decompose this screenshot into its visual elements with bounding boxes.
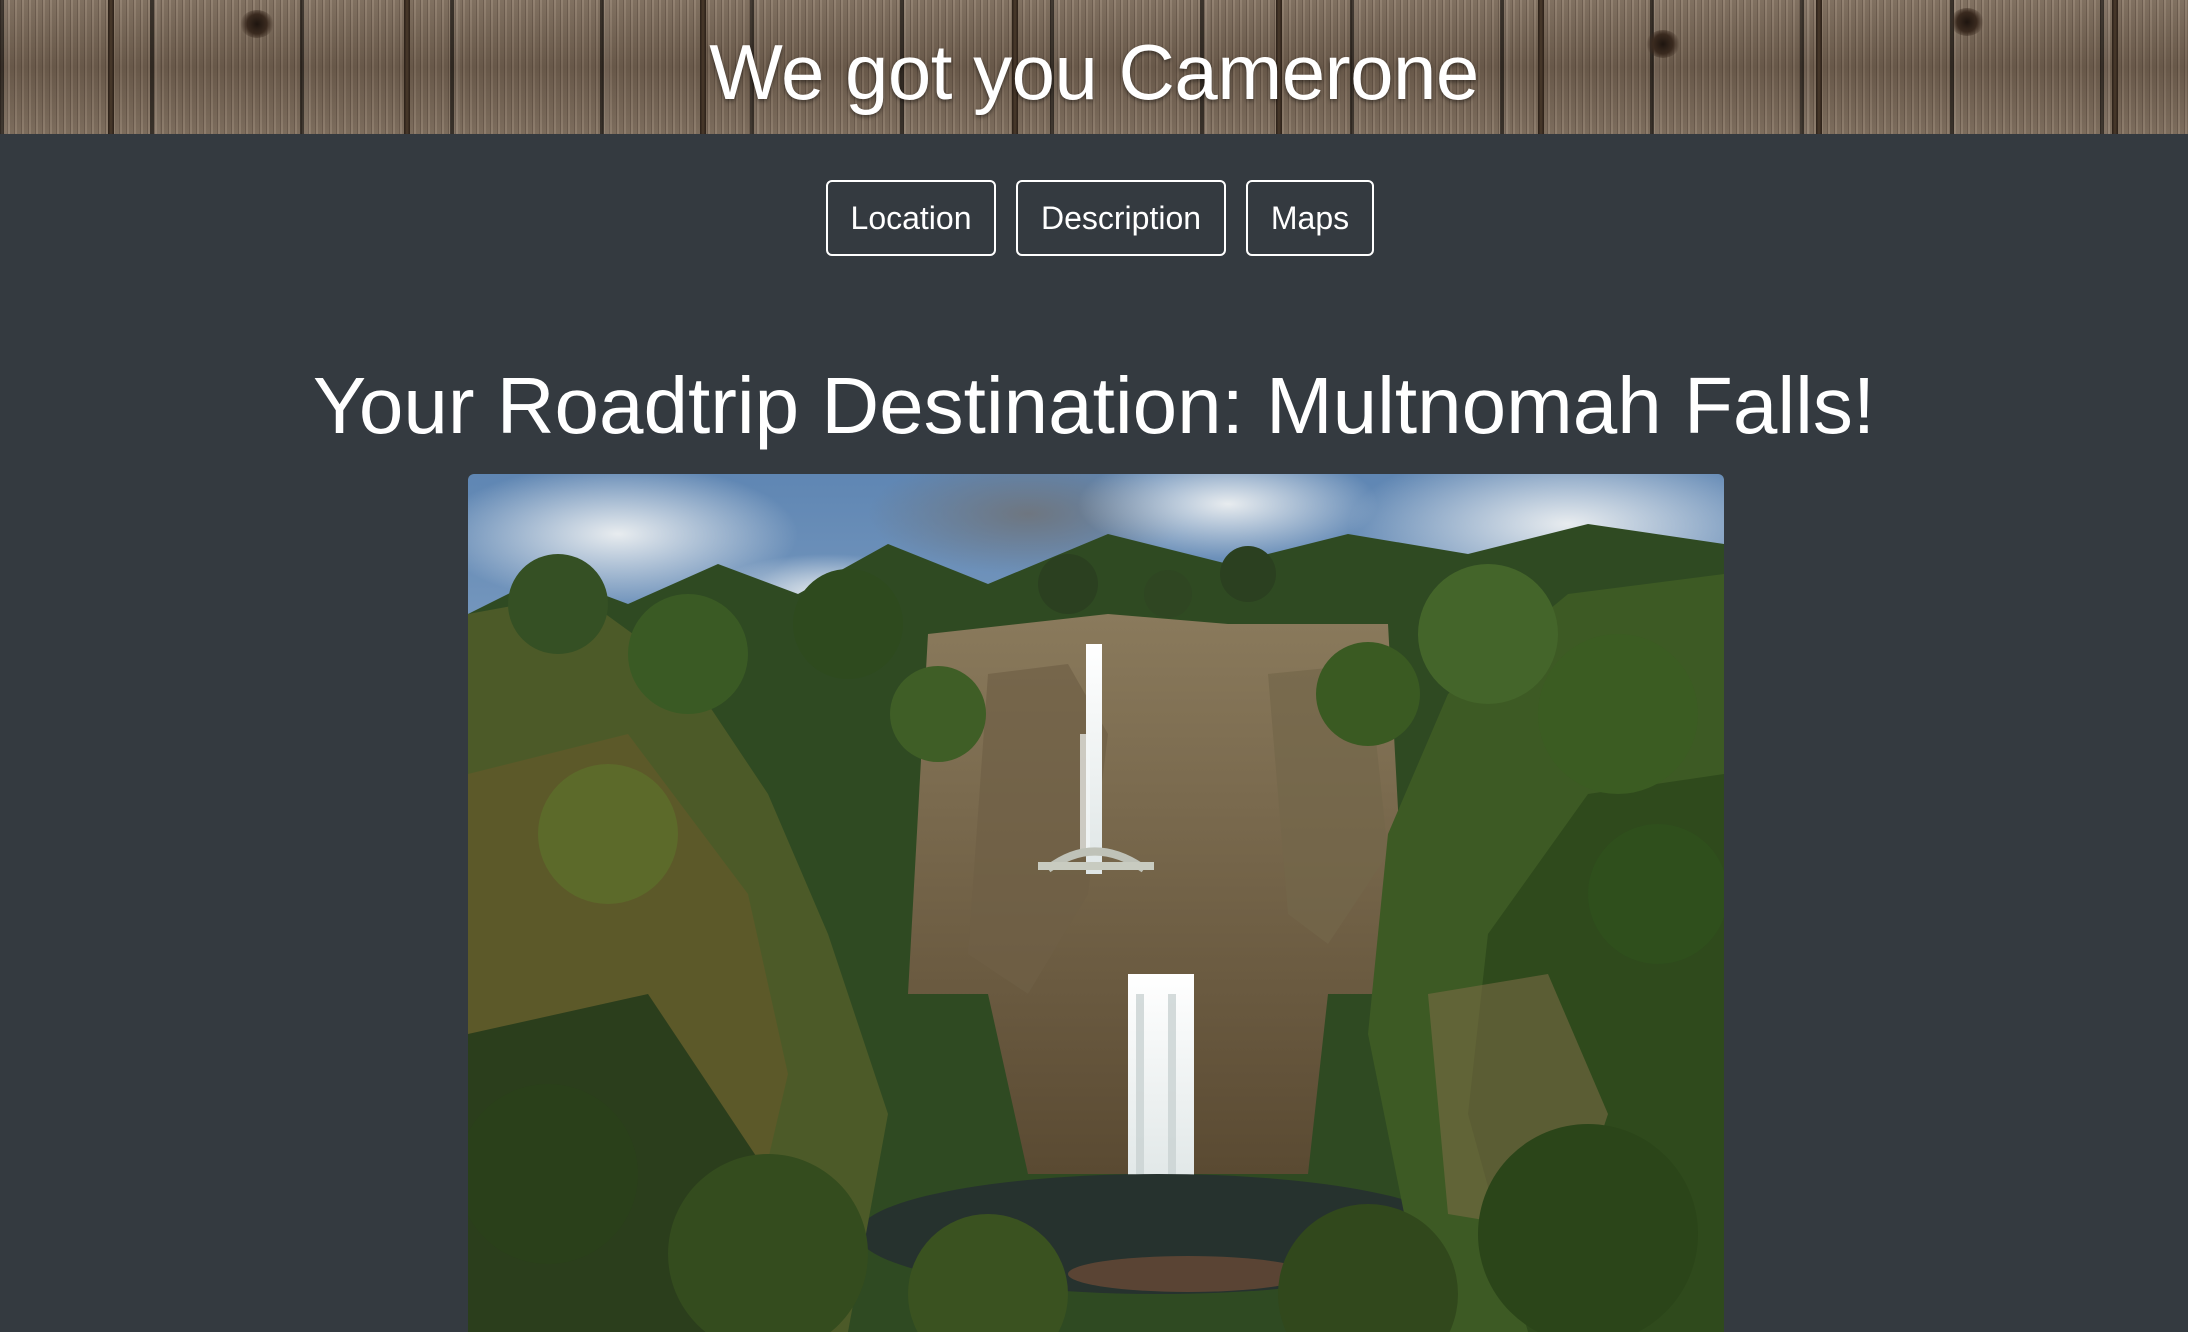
description-button[interactable]: Description [1016, 180, 1226, 256]
destination-title: Your Roadtrip Destination: Multnomah Fal… [312, 361, 1876, 450]
location-button[interactable]: Location [826, 180, 996, 256]
navbar: Location Description Maps [0, 134, 2188, 283]
header-banner: We got you Camerone [0, 0, 2188, 134]
waterfall-photo [468, 474, 1724, 1332]
maps-button[interactable]: Maps [1246, 180, 1374, 256]
main-content: Your Roadtrip Destination: Multnomah Fal… [0, 282, 2188, 1332]
nav-button-group: Location Description Maps [0, 180, 2188, 256]
site-title: We got you Camerone [709, 28, 1479, 116]
